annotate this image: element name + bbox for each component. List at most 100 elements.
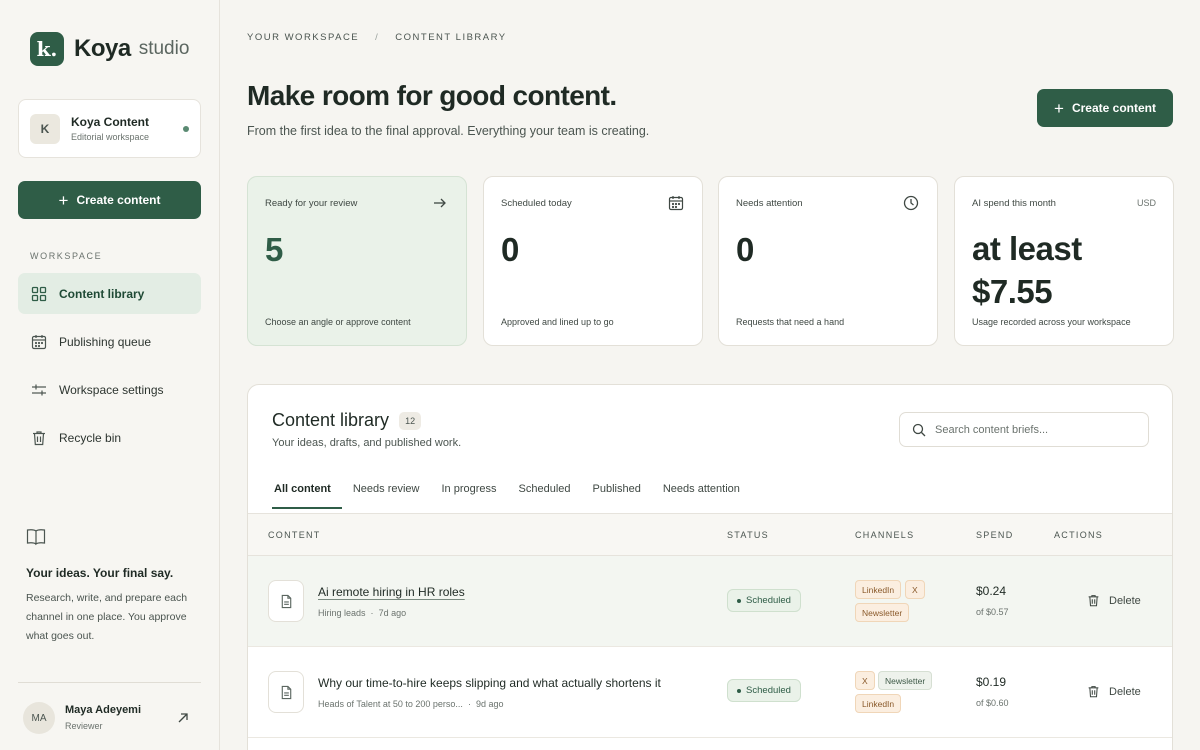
nav-section-label: WORKSPACE: [30, 251, 103, 261]
sidebar-item-label: Publishing queue: [59, 334, 152, 349]
page-title: Make room for good content.: [247, 80, 617, 111]
channel-chip-x: X: [905, 580, 925, 599]
workspace-status-dot: [183, 126, 189, 132]
clock-icon: [903, 195, 919, 211]
table-row[interactable]: Why our time-to-hire keeps slipping and …: [248, 647, 1172, 738]
delete-button[interactable]: Delete: [1087, 594, 1141, 607]
meta-separator: ·: [467, 699, 471, 709]
channel-chip-newsletter: Newsletter: [878, 671, 933, 690]
workspace-switcher[interactable]: K Koya Content Editorial workspace: [18, 99, 201, 158]
content-audience: Hiring leads: [318, 608, 366, 618]
breadcrumb-current: CONTENT LIBRARY: [395, 32, 507, 43]
brand-logo[interactable]: k. Koya studio: [30, 32, 189, 66]
page-subtitle: From the first idea to the final approva…: [247, 124, 650, 138]
stat-card-needs-attention[interactable]: Needs attention 0 Requests that need a h…: [718, 176, 938, 346]
grid-icon: [31, 286, 47, 301]
panel-title-text: Content library: [272, 410, 390, 430]
search-icon: [912, 423, 926, 436]
sidebar-divider: [18, 682, 201, 683]
tab-in-progress[interactable]: In progress: [430, 483, 507, 509]
trash-icon: [1088, 686, 1099, 698]
content-title-link[interactable]: Ai remote hiring in HR roles: [318, 585, 465, 599]
delete-label: Delete: [1109, 594, 1141, 607]
user-role: Reviewer: [65, 721, 103, 731]
column-header-spend: SPEND: [976, 530, 1014, 540]
status-dot: [737, 598, 742, 603]
external-link-arrow-icon[interactable]: [176, 711, 190, 725]
trash-icon: [33, 430, 45, 445]
stat-value-line2: $7.55: [972, 273, 1053, 310]
status-badge: Scheduled: [727, 679, 801, 702]
content-meta: Hiring leads · 7d ago: [318, 608, 406, 618]
sidebar-item-label: Content library: [59, 286, 145, 301]
book-icon: [26, 529, 46, 546]
stat-footer: Usage recorded across your workspace: [972, 317, 1131, 327]
table-row[interactable]: Ai remote hiring in HR roles Hiring lead…: [248, 556, 1172, 647]
column-header-content: CONTENT: [268, 530, 321, 540]
tab-published[interactable]: Published: [582, 483, 652, 509]
stat-footer: Approved and lined up to go: [501, 317, 614, 327]
spend-budget: of $0.60: [976, 698, 1009, 708]
sidebar-item-publishing-queue[interactable]: Publishing queue: [18, 321, 201, 362]
promo-text: Research, write, and prepare each channe…: [26, 592, 188, 642]
brand-sub: studio: [138, 38, 190, 59]
meta-separator: ·: [370, 608, 374, 618]
breadcrumb: YOUR WORKSPACE / CONTENT LIBRARY: [247, 32, 507, 43]
stat-footer: Requests that need a hand: [736, 317, 845, 327]
stat-label: Needs attention: [736, 198, 803, 209]
calendar-icon: [31, 334, 47, 349]
brand-mark: k.: [30, 32, 64, 66]
calendar-icon: [668, 196, 684, 211]
status-badge: Scheduled: [727, 589, 801, 612]
stat-value: at least $7.55: [972, 227, 1082, 313]
content-age: 7d ago: [378, 608, 407, 618]
stat-label: AI spend this month: [972, 198, 1056, 209]
status-label: Scheduled: [746, 595, 791, 606]
stat-value: 0: [736, 231, 755, 268]
sidebar-item-label: Recycle bin: [59, 430, 122, 445]
sidebar-item-label: Workspace settings: [59, 382, 164, 397]
table-header: CONTENT STATUS CHANNELS SPEND ACTIONS: [248, 513, 1172, 556]
stat-card-ai-spend[interactable]: AI spend this month USD at least $7.55 U…: [954, 176, 1174, 346]
document-icon: [268, 580, 304, 622]
document-icon: [268, 671, 304, 713]
tab-needs-attention[interactable]: Needs attention: [652, 483, 751, 509]
sidebar-item-workspace-settings[interactable]: Workspace settings: [18, 369, 201, 410]
stat-value: 0: [501, 231, 520, 268]
channel-chip-newsletter: Newsletter: [855, 603, 910, 622]
spend-value: $0.19: [976, 675, 1007, 689]
content-age: 9d ago: [475, 699, 504, 709]
search-box[interactable]: [899, 412, 1149, 447]
plus-icon: +: [58, 190, 69, 210]
delete-button[interactable]: Delete: [1087, 685, 1141, 698]
panel-subtitle: Your ideas, drafts, and published work.: [272, 437, 462, 449]
column-header-channels: CHANNELS: [855, 530, 915, 540]
channel-chip-linkedin: LinkedIn: [855, 580, 902, 599]
sidebar: k. Koya studio K Koya Content Editorial …: [0, 0, 220, 750]
stat-card-scheduled-today[interactable]: Scheduled today 0 Approved and lined up …: [483, 176, 703, 346]
sliders-icon: [32, 384, 46, 395]
search-input[interactable]: [935, 423, 1135, 436]
breadcrumb-workspace[interactable]: YOUR WORKSPACE: [247, 32, 359, 43]
filter-tabs: All content Needs review In progress Sch…: [272, 483, 751, 509]
workspace-avatar: K: [30, 114, 60, 144]
promo-title: Your ideas. Your final say.: [26, 566, 174, 580]
delete-label: Delete: [1109, 685, 1141, 698]
user-name: Maya Adeyemi: [65, 704, 142, 716]
count-badge: 12: [399, 411, 422, 430]
sidebar-create-label: Create content: [76, 193, 161, 207]
stat-card-ready-for-review[interactable]: Ready for your review 5 Choose an angle …: [247, 176, 467, 346]
tab-scheduled[interactable]: Scheduled: [508, 483, 582, 509]
arrow-right-icon: [434, 198, 446, 208]
sidebar-create-content-button[interactable]: + Create content: [18, 181, 201, 219]
tab-all-content[interactable]: All content: [272, 483, 342, 509]
column-header-status: STATUS: [727, 530, 769, 540]
status-label: Scheduled: [746, 685, 791, 696]
content-title-link[interactable]: Why our time-to-hire keeps slipping and …: [318, 676, 661, 690]
create-content-button[interactable]: + Create content: [1037, 89, 1173, 127]
tab-needs-review[interactable]: Needs review: [342, 483, 431, 509]
breadcrumb-separator: /: [375, 32, 380, 43]
sidebar-item-content-library[interactable]: Content library: [18, 273, 201, 314]
user-avatar[interactable]: MA: [23, 702, 55, 734]
sidebar-item-recycle-bin[interactable]: Recycle bin: [18, 417, 201, 458]
